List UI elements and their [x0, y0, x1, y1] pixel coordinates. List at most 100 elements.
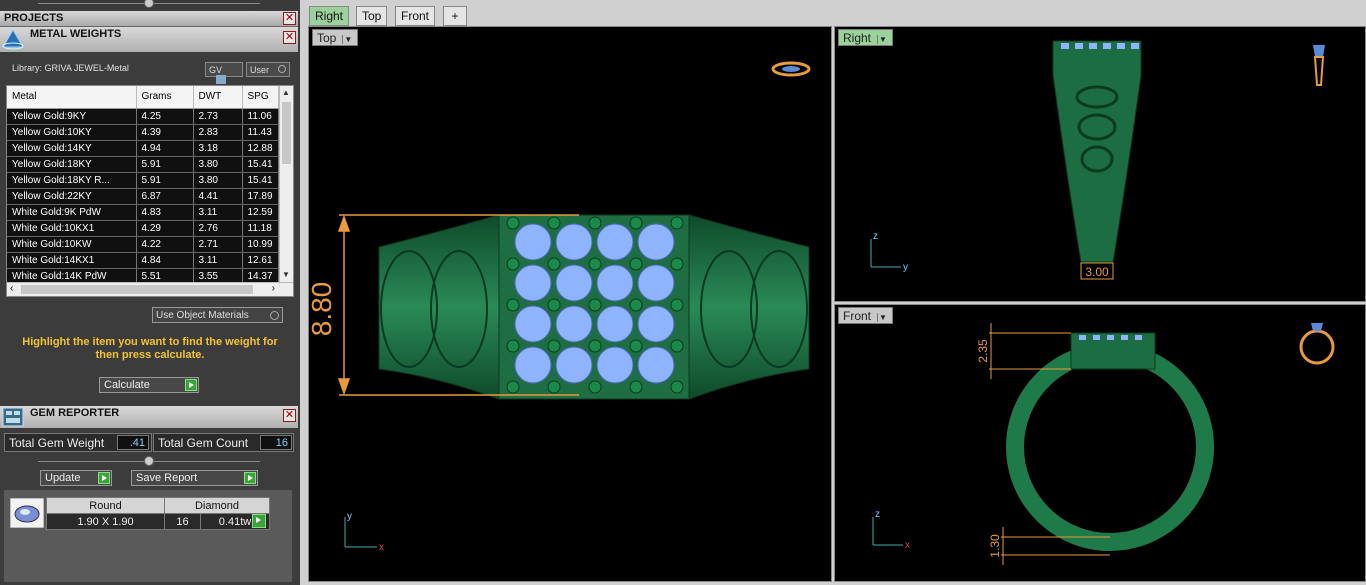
- projects-header[interactable]: PROJECTS ✕: [0, 11, 298, 27]
- metal-table-horizontal-scrollbar[interactable]: ‹ ›: [7, 282, 293, 296]
- table-row[interactable]: Yellow Gold:18KY 5.91 3.80 15.41: [7, 156, 279, 173]
- grams-cell: 4.39: [136, 124, 194, 141]
- table-row[interactable]: White Gold:10KW 4.22 2.71 10.99: [7, 236, 279, 253]
- use-object-materials-toggle[interactable]: Use Object Materials: [152, 307, 283, 323]
- chevron-down-icon[interactable]: ▼: [877, 313, 888, 322]
- gem-select-play-icon[interactable]: [252, 514, 266, 528]
- spg-cell: 12.61: [242, 252, 279, 269]
- table-row[interactable]: White Gold:14KX1 4.84 3.11 12.61: [7, 252, 279, 269]
- scroll-up-icon[interactable]: ▲: [282, 88, 290, 97]
- table-row[interactable]: Yellow Gold:10KY 4.39 2.83 11.43: [7, 124, 279, 141]
- dimension-bottom: 1.30: [988, 534, 1002, 558]
- scroll-left-icon[interactable]: ‹: [10, 283, 13, 294]
- radio-icon: [270, 311, 279, 320]
- gem-list: Round Diamond 1.90 X 1.90 16 0.41tw: [4, 490, 292, 582]
- play-icon: [244, 472, 256, 484]
- band-right: [688, 214, 810, 400]
- gem: [555, 305, 593, 343]
- spg-cell: 11.43: [242, 124, 279, 141]
- close-metal-weights-button[interactable]: ✕: [283, 31, 296, 44]
- metal-cell: White Gold:14KX1: [7, 252, 137, 269]
- viewport-front[interactable]: 2.35 1.30 z x Front ▼: [834, 304, 1366, 582]
- chevron-down-icon[interactable]: ▼: [877, 35, 888, 44]
- prong: [506, 380, 520, 394]
- axis-z-label: z: [873, 231, 878, 242]
- panel-splitter-handle[interactable]: [144, 0, 154, 8]
- close-gem-reporter-button[interactable]: ✕: [283, 409, 296, 422]
- chevron-down-icon[interactable]: ▼: [342, 35, 353, 44]
- scroll-down-icon[interactable]: ▼: [282, 270, 290, 279]
- table-row[interactable]: White Gold:10KX1 4.29 2.76 11.18: [7, 220, 279, 237]
- column-header-grams[interactable]: Grams: [136, 86, 194, 109]
- metal-weights-icon: [2, 29, 24, 50]
- gem-row[interactable]: 1.90 X 1.90 16 0.41tw: [46, 513, 270, 530]
- prong: [629, 339, 643, 353]
- total-gem-count-field: Total Gem Count 16: [153, 433, 294, 452]
- metal-table[interactable]: Metal Grams DWT SPG Yellow Gold:9KY 4.25 2…: [6, 85, 294, 297]
- gv-toggle[interactable]: GV: [205, 62, 243, 84]
- gem-table[interactable]: Round Diamond 1.90 X 1.90 16 0.41tw: [46, 497, 270, 530]
- spg-cell: 12.59: [242, 204, 279, 221]
- tab-top[interactable]: Top: [356, 6, 388, 26]
- column-header-metal[interactable]: Metal: [7, 86, 137, 109]
- front-orientation-icon: [1299, 323, 1335, 365]
- gem-reporter-title: GEM REPORTER: [30, 407, 120, 419]
- metal-table-vertical-scrollbar[interactable]: ▲ ▼: [279, 86, 293, 282]
- metal-weights-header[interactable]: METAL WEIGHTS ✕: [0, 27, 298, 52]
- table-row[interactable]: White Gold:9K PdW 4.83 3.11 12.59: [7, 204, 279, 221]
- projects-title: PROJECTS: [4, 12, 64, 24]
- gem-splitter-handle[interactable]: [144, 456, 154, 466]
- gem: [637, 223, 675, 261]
- scroll-right-icon[interactable]: ›: [272, 283, 275, 294]
- gv-label: GV: [209, 65, 223, 75]
- viewport-top[interactable]: 8.80 y x Top ▼: [308, 26, 832, 582]
- round-diamond-icon: [10, 498, 44, 528]
- add-tab-button[interactable]: +: [443, 6, 467, 26]
- prong: [629, 216, 643, 230]
- tab-front[interactable]: Front: [395, 6, 436, 26]
- spg-cell: 17.89: [242, 188, 279, 205]
- top-view-drawing: 8.80 y x: [309, 61, 811, 553]
- metal-cell: White Gold:10KW: [7, 236, 137, 253]
- top-orientation-icon: [771, 61, 811, 77]
- gv-indicator: [216, 75, 226, 84]
- prong: [670, 339, 684, 353]
- scrollbar-thumb[interactable]: [282, 102, 291, 164]
- prong: [670, 257, 684, 271]
- save-report-button[interactable]: Save Report: [131, 470, 258, 486]
- prong: [588, 339, 602, 353]
- prong: [588, 216, 602, 230]
- h-scrollbar-thumb[interactable]: [21, 285, 253, 294]
- gem-shape-header: Round: [46, 497, 165, 514]
- viewport-top-label[interactable]: Top ▼: [312, 29, 359, 46]
- user-toggle[interactable]: User: [246, 62, 290, 77]
- grams-cell: 6.87: [136, 188, 194, 205]
- prong: [547, 216, 561, 230]
- prong: [506, 216, 520, 230]
- gem-reporter-header[interactable]: GEM REPORTER ✕: [0, 406, 298, 428]
- column-header-dwt[interactable]: DWT: [193, 86, 243, 109]
- viewport-right-label[interactable]: Right ▼: [838, 29, 894, 46]
- tab-right[interactable]: Right: [309, 6, 350, 26]
- prong: [547, 298, 561, 312]
- gem: [514, 223, 552, 261]
- gem: [555, 264, 593, 302]
- viewport-right[interactable]: 3.00 z y Right ▼: [834, 26, 1366, 302]
- viewport-front-label[interactable]: Front ▼: [838, 307, 894, 324]
- dwt-cell: 2.83: [193, 124, 243, 141]
- close-projects-button[interactable]: ✕: [283, 12, 296, 25]
- calculate-button[interactable]: Calculate: [99, 377, 199, 393]
- left-panel: PROJECTS ✕ METAL WEIGHTS ✕ Library: GRIV…: [0, 0, 300, 585]
- table-row[interactable]: Yellow Gold:9KY 4.25 2.73 11.06: [7, 108, 279, 125]
- viewport-area: Right Top Front + 8.80 y x Top ▼ 3.00 z …: [302, 0, 1366, 585]
- column-header-spg[interactable]: SPG: [242, 86, 279, 109]
- spg-cell: 10.99: [242, 236, 279, 253]
- table-row[interactable]: Yellow Gold:18KY R... 5.91 3.80 15.41: [7, 172, 279, 189]
- table-row[interactable]: Yellow Gold:22KY 6.87 4.41 17.89: [7, 188, 279, 205]
- table-row[interactable]: Yellow Gold:14KY 4.94 3.18 12.88: [7, 140, 279, 157]
- update-button[interactable]: Update: [40, 470, 112, 486]
- gem: [637, 305, 675, 343]
- save-report-label: Save Report: [136, 472, 198, 484]
- prong: [670, 380, 684, 394]
- prong: [506, 257, 520, 271]
